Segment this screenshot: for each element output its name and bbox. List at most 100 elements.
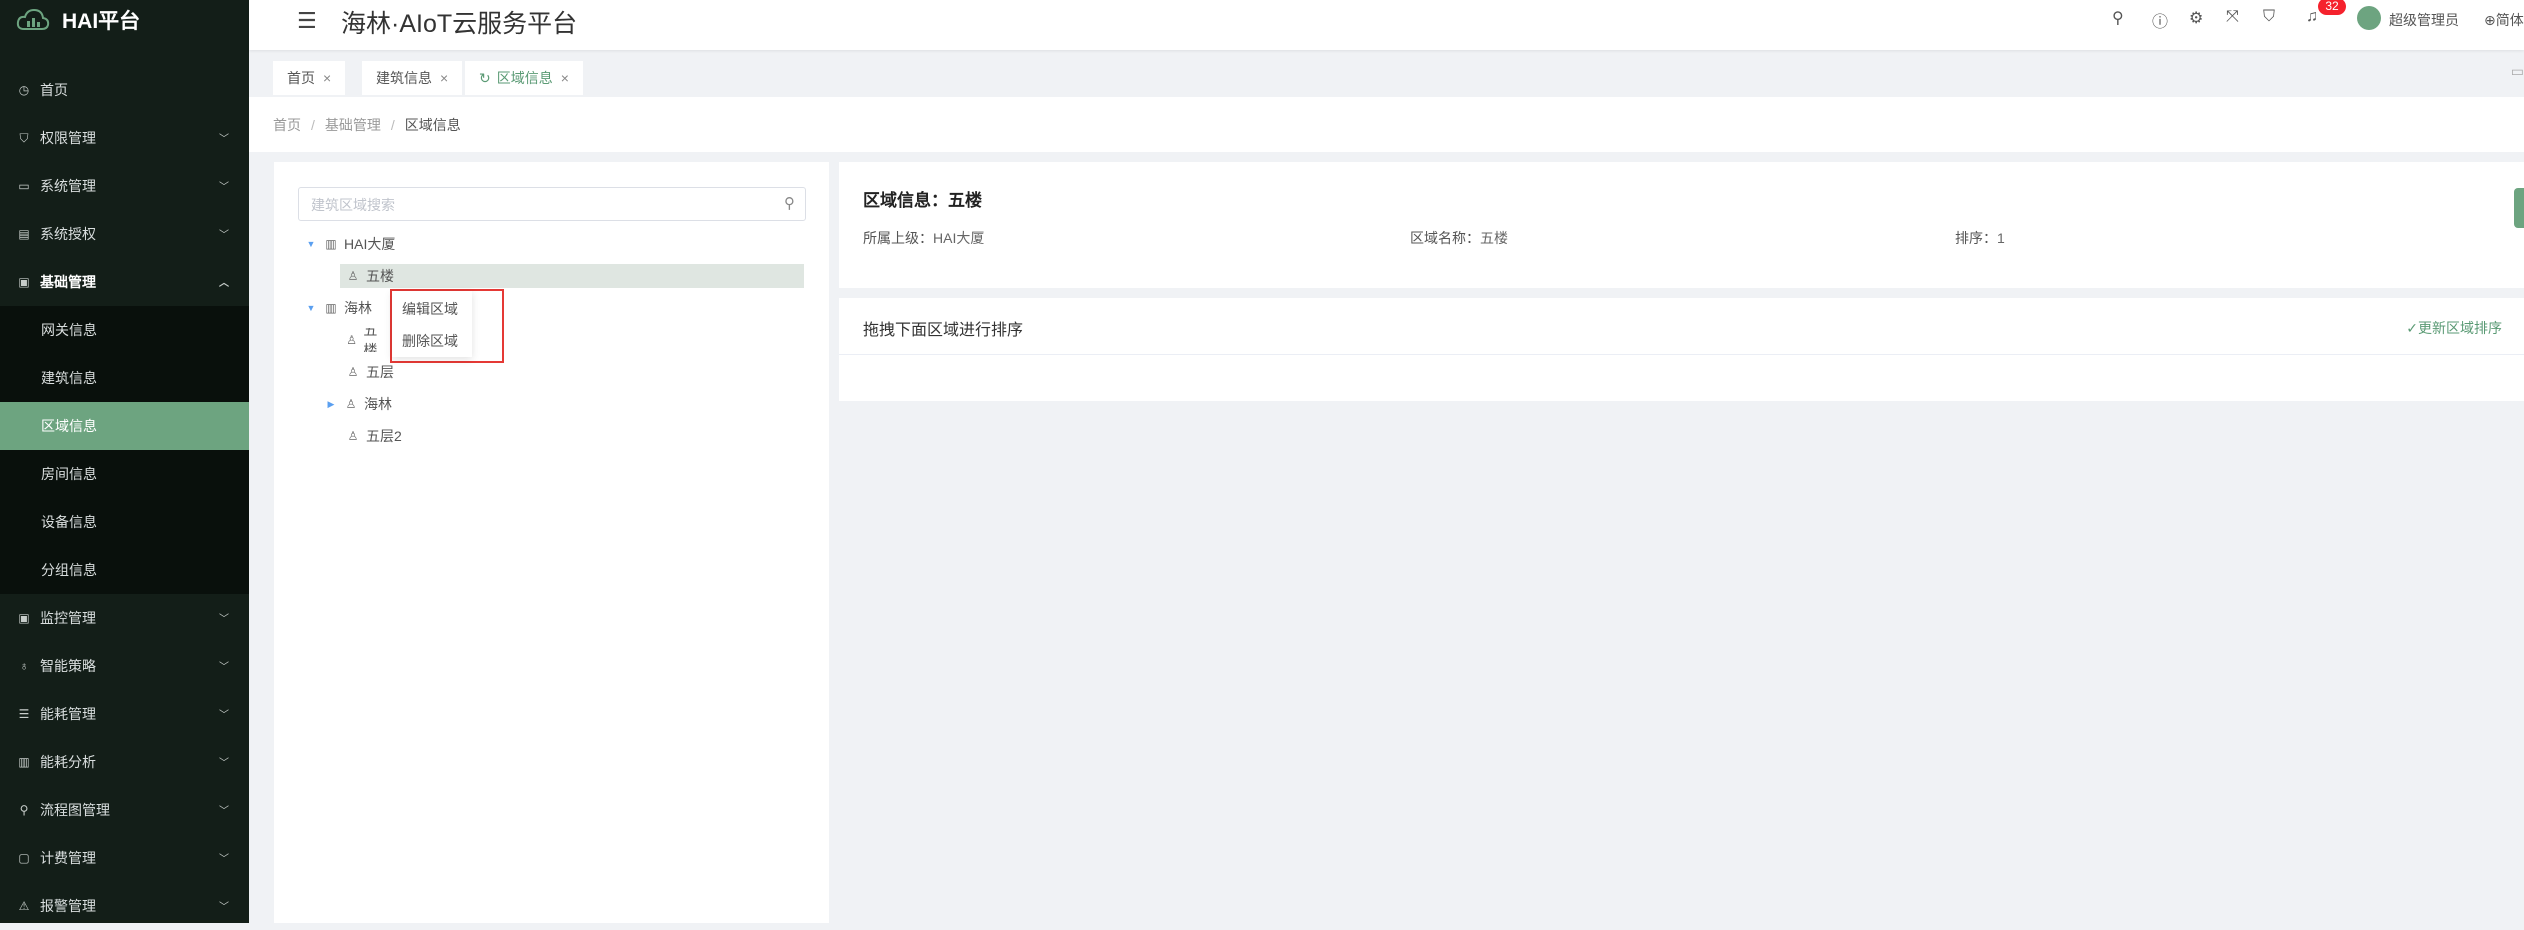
bar-chart-icon: ▥: [18, 755, 30, 769]
building-icon: ▥: [325, 237, 337, 251]
breadcrumb-item[interactable]: 首页: [273, 117, 301, 133]
parent-value: HAI大厦: [933, 230, 985, 246]
tree-node-label: 五楼: [366, 268, 394, 284]
fullscreen-icon[interactable]: ⤧: [2226, 8, 2239, 26]
avatar[interactable]: [2357, 6, 2381, 30]
sort-panel: 拖拽下面区域进行排序 ✓更新区域排序: [839, 298, 2524, 401]
chevron-down-icon: ﹀: [219, 902, 229, 913]
close-icon[interactable]: ×: [323, 70, 331, 86]
sidebar: HAI平台 ◷ 首页 ⛉ 权限管理 ﹀ ▭ 系统管理 ﹀ ▤ 系统授权 ﹀ ▣ …: [0, 0, 249, 923]
sidebar-item-monitor[interactable]: ▣ 监控管理 ﹀: [0, 594, 249, 642]
tree-node-area[interactable]: ♙ 五层: [346, 360, 394, 384]
tab-bar: 首页 × 建筑信息 × ↻ 区域信息 × ▭: [249, 55, 2524, 97]
sidebar-subitem-area[interactable]: 区域信息: [0, 402, 249, 450]
breadcrumb-separator: /: [390, 117, 395, 133]
sidebar-item-label: 能耗分析: [40, 754, 96, 770]
chevron-down-icon: ﹀: [219, 854, 229, 865]
globe-icon: ⊕: [2484, 12, 2496, 28]
sidebar-subitem-label: 建筑信息: [41, 370, 97, 386]
sidebar-item-permission[interactable]: ⛉ 权限管理 ﹀: [0, 114, 249, 162]
area-icon: ♙: [347, 269, 359, 283]
sidebar-subitem-group[interactable]: 分组信息: [0, 546, 249, 594]
sidebar-item-label: 系统授权: [40, 226, 96, 242]
tab-area[interactable]: ↻ 区域信息 ×: [465, 61, 583, 95]
delete-area-menu-item[interactable]: 删除区域: [402, 331, 458, 351]
dashboard-icon: ◷: [18, 83, 30, 97]
refresh-icon: ↻: [479, 69, 491, 86]
tree-node-area-selected[interactable]: ♙ 五楼: [340, 264, 804, 288]
sidebar-subitem-label: 分组信息: [41, 562, 97, 578]
sidebar-item-energy-analysis[interactable]: ▥ 能耗分析 ﹀: [0, 738, 249, 786]
chevron-down-icon: ﹀: [219, 806, 229, 817]
settings-icon[interactable]: ⚙: [2189, 8, 2203, 28]
order-field: 排序：1: [1955, 228, 2005, 248]
chevron-down-icon: ﹀: [219, 758, 229, 769]
tab-home[interactable]: 首页 ×: [273, 61, 346, 95]
sidebar-subitem-label: 房间信息: [41, 466, 97, 482]
caret-down-icon[interactable]: ▼: [304, 239, 318, 249]
sidebar-item-license[interactable]: ▤ 系统授权 ﹀: [0, 210, 249, 258]
user-name[interactable]: 超级管理员: [2389, 10, 2459, 30]
sidebar-item-label: 流程图管理: [40, 802, 110, 818]
sidebar-subitem-room[interactable]: 房间信息: [0, 450, 249, 498]
sidebar-subitem-gateway[interactable]: 网关信息: [0, 306, 249, 354]
area-icon: ♙: [346, 333, 358, 347]
shield-icon: ⛉: [19, 130, 29, 145]
tab-menu-icon[interactable]: ▭: [2511, 63, 2524, 80]
tree-node-label: 海林: [344, 300, 372, 316]
cloud-logo-icon: [16, 8, 50, 30]
help-icon[interactable]: ⓘ: [2152, 8, 2168, 32]
sidebar-item-label: 系统管理: [40, 178, 96, 194]
close-icon[interactable]: ×: [561, 70, 569, 86]
tree-node-label: HAI大厦: [344, 236, 396, 252]
search-icon[interactable]: ⚲: [2112, 8, 2124, 28]
github-icon[interactable]: ⛉: [2263, 8, 2275, 26]
search-input[interactable]: [309, 194, 753, 216]
chevron-down-icon: ﹀: [219, 134, 229, 145]
sidebar-subitem-building[interactable]: 建筑信息: [0, 354, 249, 402]
tree-node-building[interactable]: ▼ ▥ HAI大厦: [304, 232, 396, 256]
tab-building[interactable]: 建筑信息 ×: [362, 61, 463, 95]
bell-icon[interactable]: ♫: [2306, 8, 2318, 26]
sidebar-item-label: 监控管理: [40, 610, 96, 626]
sidebar-item-energy[interactable]: ☰ 能耗管理 ﹀: [0, 690, 249, 738]
sidebar-item-label: 首页: [40, 82, 68, 98]
sidebar-subitem-label: 区域信息: [41, 418, 97, 434]
building-icon: ▥: [325, 301, 337, 315]
sidebar-item-strategy[interactable]: ♁ 智能策略 ﹀: [0, 642, 249, 690]
close-icon[interactable]: ×: [440, 70, 448, 86]
caret-right-icon[interactable]: ▶: [324, 399, 338, 410]
tab-label: 建筑信息: [376, 70, 432, 86]
sidebar-item-label: 基础管理: [40, 274, 96, 290]
breadcrumb-item[interactable]: 基础管理: [325, 117, 381, 133]
update-sort-button[interactable]: ✓更新区域排序: [2406, 318, 2502, 338]
tree-node-area[interactable]: ♙ 五层2: [346, 424, 402, 448]
search-icon[interactable]: ⚲: [784, 194, 795, 212]
order-value: 1: [1997, 230, 2005, 246]
caret-down-icon[interactable]: ▼: [304, 303, 318, 313]
sidebar-item-basic[interactable]: ▣ 基础管理 ︿: [0, 258, 249, 306]
sidebar-item-home[interactable]: ◷ 首页: [0, 66, 249, 114]
parent-field: 所属上级：HAI大厦: [863, 228, 984, 248]
area-name-field: 区域名称：五楼: [1410, 228, 1508, 248]
tree-node-building[interactable]: ▼ ▥ 海林: [304, 296, 372, 320]
sidebar-item-system[interactable]: ▭ 系统管理 ﹀: [0, 162, 249, 210]
area-name-value: 五楼: [1480, 230, 1508, 246]
edit-area-menu-item[interactable]: 编辑区域: [402, 299, 458, 319]
logo[interactable]: HAI平台: [0, 0, 249, 40]
breadcrumb-bar: 首页 / 基础管理 / 区域信息: [249, 97, 2524, 152]
sidebar-subitem-device[interactable]: 设备信息: [0, 498, 249, 546]
area-icon: ♙: [345, 397, 357, 411]
sidebar-item-billing[interactable]: ▢ 计费管理 ﹀: [0, 834, 249, 882]
language-switcher[interactable]: ⊕简体: [2484, 10, 2524, 30]
context-menu-list: 编辑区域 删除区域: [392, 291, 472, 357]
expand-panel-button[interactable]: [2514, 188, 2524, 228]
sidebar-item-flowchart[interactable]: ⚲ 流程图管理 ﹀: [0, 786, 249, 834]
tree-node-label: 五层2: [366, 428, 402, 444]
tree-node-area[interactable]: ♙ 五楼: [346, 328, 386, 352]
menu-fold-icon[interactable]: ☰: [297, 8, 317, 34]
monitor-icon: ▣: [18, 611, 30, 625]
app-title: 海林·AIoT云服务平台: [341, 10, 578, 38]
sidebar-menu: ◷ 首页 ⛉ 权限管理 ﹀ ▭ 系统管理 ﹀ ▤ 系统授权 ﹀ ▣ 基础管理 ︿…: [0, 66, 249, 930]
tree-node-area[interactable]: ▶ ♙ 海林: [324, 392, 392, 416]
